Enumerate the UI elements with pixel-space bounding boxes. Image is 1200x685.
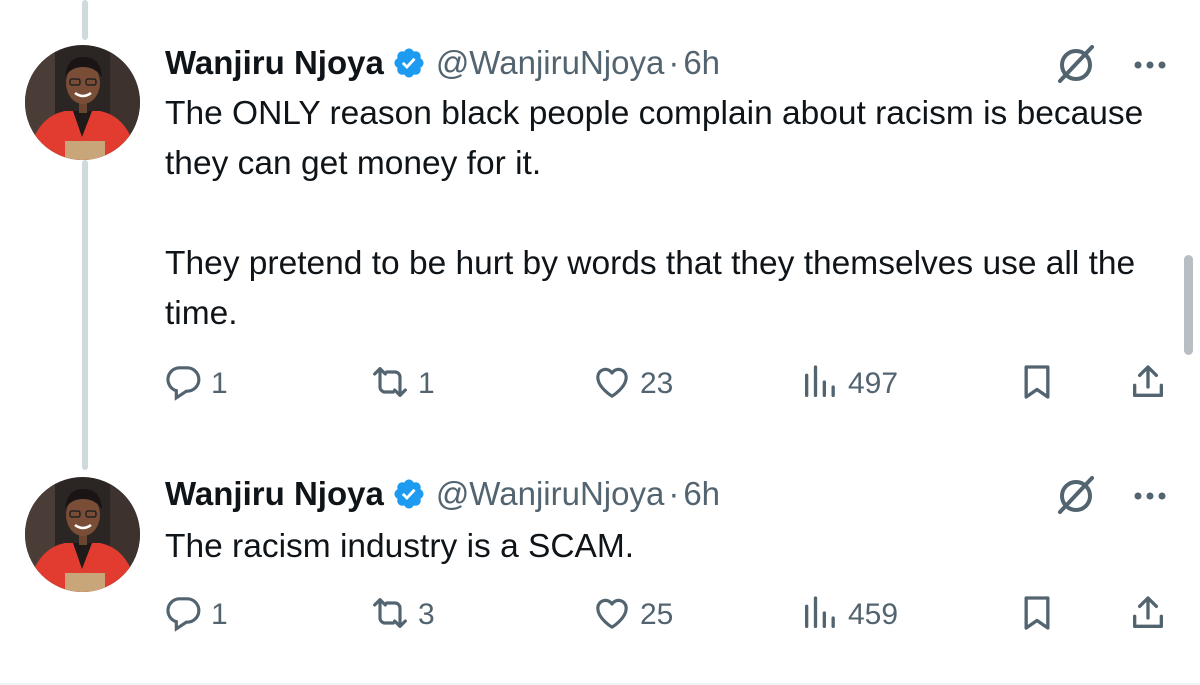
repost-button[interactable]: 1 [370, 359, 435, 409]
repost-icon [370, 362, 410, 407]
grok-icon[interactable] [1052, 472, 1100, 516]
tweet-text: The racism industry is a SCAM. [165, 522, 1175, 572]
bookmark-button[interactable] [1017, 359, 1057, 409]
reply-icon [163, 362, 203, 407]
share-button[interactable] [1128, 359, 1168, 409]
tweet-paragraph: They pretend to be hurt by words that th… [165, 245, 1136, 332]
separator: · [668, 475, 680, 512]
share-icon [1128, 362, 1168, 407]
views-icon [800, 362, 840, 407]
bookmark-icon [1017, 593, 1057, 638]
like-icon [592, 593, 632, 638]
bookmark-icon [1017, 362, 1057, 407]
tweet[interactable]: Wanjiru Njoya @WanjiruNjoya · 6h The ONL… [0, 37, 1200, 427]
reply-button[interactable]: 1 [163, 359, 228, 409]
tweet-actions: 1 3 25 459 [0, 590, 1200, 640]
share-button[interactable] [1128, 590, 1168, 640]
timestamp[interactable]: 6h [683, 475, 720, 513]
views-count: 459 [848, 598, 899, 631]
avatar[interactable] [25, 477, 140, 592]
tweet-paragraph: The racism industry is a SCAM. [165, 528, 635, 565]
timestamp[interactable]: 6h [683, 44, 720, 82]
views-button[interactable]: 459 [800, 590, 898, 640]
tweet-header: Wanjiru Njoya @WanjiruNjoya · 6h [165, 37, 720, 89]
tweet[interactable]: Wanjiru Njoya @WanjiruNjoya · 6h The rac… [0, 468, 1200, 648]
verified-badge-icon [392, 46, 426, 80]
bookmark-button[interactable] [1017, 590, 1057, 640]
author-name[interactable]: Wanjiru Njoya [165, 44, 384, 82]
tweet-text: The ONLY reason black people complain ab… [165, 89, 1175, 339]
tweet-header: Wanjiru Njoya @WanjiruNjoya · 6h [165, 468, 720, 520]
grok-icon[interactable] [1052, 41, 1100, 85]
like-count: 23 [640, 367, 674, 400]
like-button[interactable]: 23 [592, 359, 673, 409]
reply-button[interactable]: 1 [163, 590, 228, 640]
reply-icon [163, 593, 203, 638]
reply-count: 1 [211, 367, 228, 400]
like-count: 25 [640, 598, 674, 631]
author-handle[interactable]: @WanjiruNjoya [436, 475, 665, 513]
tweet-actions: 1 1 23 497 [0, 359, 1200, 409]
repost-count: 1 [418, 367, 435, 400]
repost-button[interactable]: 3 [370, 590, 435, 640]
views-count: 497 [848, 367, 899, 400]
more-options-icon[interactable] [1128, 45, 1172, 81]
separator: · [668, 44, 680, 81]
tweet-paragraph: The ONLY reason black people complain ab… [165, 95, 1144, 182]
views-icon [800, 593, 840, 638]
share-icon [1128, 593, 1168, 638]
views-button[interactable]: 497 [800, 359, 898, 409]
verified-badge-icon [392, 477, 426, 511]
reply-count: 1 [211, 598, 228, 631]
like-icon [592, 362, 632, 407]
thread-line-top [82, 0, 88, 40]
author-name[interactable]: Wanjiru Njoya [165, 475, 384, 513]
avatar[interactable] [25, 45, 140, 160]
more-options-icon[interactable] [1128, 476, 1172, 512]
repost-count: 3 [418, 598, 435, 631]
repost-icon [370, 593, 410, 638]
like-button[interactable]: 25 [592, 590, 673, 640]
author-handle[interactable]: @WanjiruNjoya [436, 44, 665, 82]
